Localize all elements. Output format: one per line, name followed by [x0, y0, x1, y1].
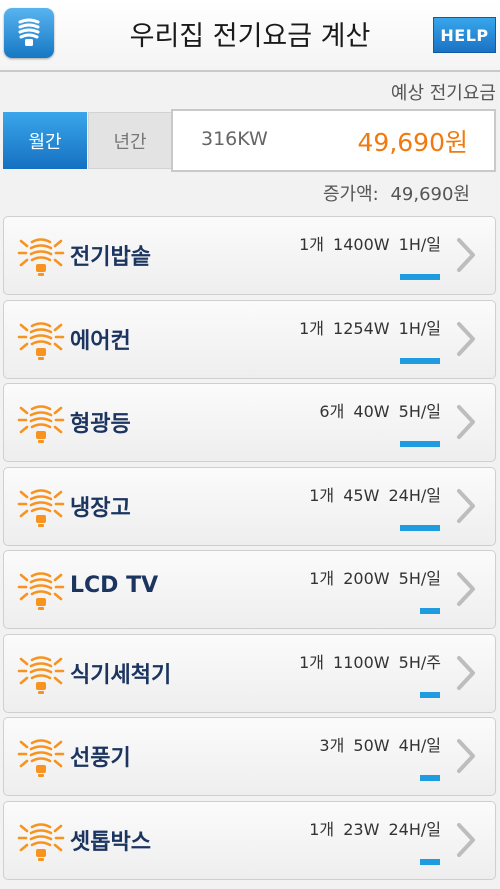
appliance-card[interactable]: 전기밥솥 1개 1400W 1H/일 [3, 216, 496, 295]
usage-bar [420, 608, 440, 614]
appliance-card[interactable]: LCD TV 1개 200W 5H/일 [3, 550, 496, 629]
appliance-specs: 1개 23W 24H/일 [309, 819, 441, 839]
lightbulb-icon [16, 564, 66, 614]
appliance-specs: 1개 1400W 1H/일 [299, 235, 441, 254]
kw-value: 316KW [201, 128, 268, 150]
appliance-name: 선풍기 [70, 746, 131, 771]
appliance-specs: 1개 45W 24H/일 [309, 485, 441, 505]
chevron-right-icon[interactable] [455, 488, 477, 524]
usage-bar [400, 524, 440, 531]
usage-bar [400, 441, 440, 447]
lightbulb-icon [16, 397, 66, 447]
increase-amount: 증가액: 49,690원 [322, 184, 470, 205]
usage-bar [420, 775, 440, 781]
app-title: 우리집 전기요금 계산 [129, 21, 371, 52]
chevron-right-icon[interactable] [455, 404, 477, 440]
chevron-right-icon[interactable] [455, 321, 477, 357]
help-button[interactable]: HELP [433, 17, 496, 53]
appliance-specs: 1개 1254W 1H/일 [299, 318, 441, 338]
tab-monthly[interactable]: 월간 [3, 112, 87, 169]
usage-bar [420, 858, 440, 865]
chevron-right-icon[interactable] [455, 571, 477, 607]
estimate-label: 예상 전기요금 [390, 83, 496, 104]
appliance-name: 셋톱박스 [70, 829, 151, 855]
lightbulb-icon [16, 815, 66, 865]
lightbulb-icon [16, 648, 66, 698]
appliance-card[interactable]: 에어컨 1개 1254W 1H/일 [3, 299, 496, 379]
appliance-name: 냉장고 [70, 495, 131, 521]
appliance-name: 전기밥솥 [70, 245, 151, 270]
usage-bar [420, 691, 440, 698]
appliance-name: LCD TV [70, 573, 159, 598]
lightbulb-icon [16, 481, 66, 531]
appliance-specs: 1개 1100W 5H/주 [299, 652, 441, 672]
app-header: 우리집 전기요금 계산 HELP [0, 0, 500, 72]
estimate-result-box: 316KW 49,690원 [171, 109, 496, 172]
appliance-card[interactable]: 선풍기 3개 50W 4H/일 [3, 717, 496, 796]
tab-yearly[interactable]: 년간 [88, 112, 172, 169]
lightbulb-icon [16, 314, 66, 364]
lightbulb-icon[interactable] [4, 8, 54, 58]
lightbulb-icon [16, 230, 66, 280]
usage-bar [400, 357, 440, 364]
appliance-specs: 1개 200W 5H/일 [309, 569, 441, 588]
appliance-card[interactable]: 식기세척기 1개 1100W 5H/주 [3, 633, 496, 713]
appliance-card[interactable]: 냉장고 1개 45W 24H/일 [3, 466, 496, 546]
appliance-name: 형광등 [70, 412, 131, 437]
usage-bar [400, 274, 440, 280]
appliance-specs: 6개 40W 5H/일 [319, 402, 441, 421]
appliance-card[interactable]: 셋톱박스 1개 23W 24H/일 [3, 800, 496, 880]
chevron-right-icon[interactable] [455, 738, 477, 774]
chevron-right-icon[interactable] [455, 655, 477, 691]
appliance-specs: 3개 50W 4H/일 [319, 736, 441, 755]
appliance-name: 식기세척기 [70, 662, 172, 688]
lightbulb-icon [16, 731, 66, 781]
appliance-card[interactable]: 형광등 6개 40W 5H/일 [3, 383, 496, 462]
appliance-name: 에어컨 [70, 328, 131, 354]
chevron-right-icon[interactable] [455, 822, 477, 858]
amount-value: 49,690원 [357, 128, 468, 157]
chevron-right-icon[interactable] [455, 237, 477, 273]
